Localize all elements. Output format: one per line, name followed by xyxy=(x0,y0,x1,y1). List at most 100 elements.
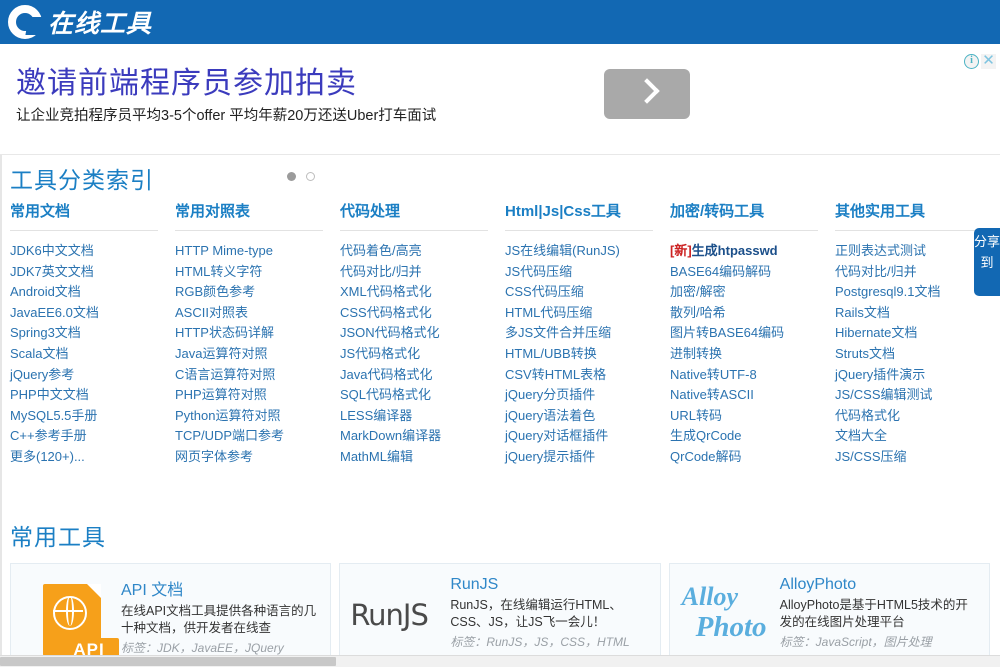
index-column-common-docs: 常用文档 JDK6中文文档 JDK7英文文档 Android文档 JavaEE6… xyxy=(10,200,175,468)
ad-banner[interactable]: 邀请前端程序员参加拍卖 让企业竞拍程序员平均3-5个offer 平均年薪20万还… xyxy=(0,44,1000,181)
list-item[interactable]: Java代码格式化 xyxy=(340,365,505,386)
list-item[interactable]: 更多(120+)... xyxy=(10,447,175,468)
list-item[interactable]: jQuery提示插件 xyxy=(505,447,670,468)
list-item[interactable]: JS/CSS压缩 xyxy=(835,447,1000,468)
list-item[interactable]: Rails文档 xyxy=(835,303,1000,324)
section-title-tools: 常用工具 xyxy=(10,524,106,550)
column-header: 常用文档 xyxy=(10,200,158,231)
list-item[interactable]: JDK6中文文档 xyxy=(10,241,175,262)
list-item[interactable]: HTML转义字符 xyxy=(175,262,340,283)
globe-icon xyxy=(53,596,87,630)
card-title[interactable]: API 文档 xyxy=(121,576,319,600)
list-item[interactable]: URL转码 xyxy=(670,406,835,427)
chevron-right-icon xyxy=(634,78,660,104)
scrollbar-thumb[interactable] xyxy=(0,657,336,666)
list-item[interactable]: 代码格式化 xyxy=(835,406,1000,427)
list-item[interactable]: 代码对比/归并 xyxy=(340,262,505,283)
card-title[interactable]: RunJS xyxy=(450,576,648,594)
list-item[interactable]: CSS代码压缩 xyxy=(505,282,670,303)
card-title[interactable]: AlloyPhoto xyxy=(780,576,978,594)
list-item[interactable]: XML代码格式化 xyxy=(340,282,505,303)
column-header: 加密/转码工具 xyxy=(670,200,818,231)
list-item[interactable]: Spring3文档 xyxy=(10,323,175,344)
list-item[interactable]: Struts文档 xyxy=(835,344,1000,365)
list-item[interactable]: 网页字体参考 xyxy=(175,447,340,468)
list-item[interactable]: Python运算符对照 xyxy=(175,406,340,427)
list-item[interactable]: PHP中文文档 xyxy=(10,385,175,406)
list-item[interactable]: 生成QrCode xyxy=(670,426,835,447)
list-item[interactable]: JS在线编辑(RunJS) xyxy=(505,241,670,262)
page-root: 在线工具 邀请前端程序员参加拍卖 让企业竞拍程序员平均3-5个offer 平均年… xyxy=(0,0,1000,667)
list-item[interactable]: ASCII对照表 xyxy=(175,303,340,324)
carousel-dot-active[interactable] xyxy=(287,172,296,181)
list-item[interactable]: JavaEE6.0文档 xyxy=(10,303,175,324)
column-list: JS在线编辑(RunJS) JS代码压缩 CSS代码压缩 HTML代码压缩 多J… xyxy=(505,231,670,468)
list-item[interactable]: HTML/UBB转换 xyxy=(505,344,670,365)
share-tab[interactable]: 分享到 xyxy=(974,228,1000,296)
tool-card-alloyphoto[interactable]: Alloy Photo AlloyPhoto AlloyPhoto是基于HTML… xyxy=(668,563,990,663)
list-item[interactable]: RGB颜色参考 xyxy=(175,282,340,303)
list-item[interactable]: C语言运算符对照 xyxy=(175,365,340,386)
ad-cta-button[interactable] xyxy=(604,69,690,119)
list-item[interactable]: MySQL5.5手册 xyxy=(10,406,175,427)
list-item[interactable]: jQuery语法着色 xyxy=(505,406,670,427)
column-list: HTTP Mime-type HTML转义字符 RGB颜色参考 ASCII对照表… xyxy=(175,231,340,468)
list-item[interactable]: 散列/哈希 xyxy=(670,303,835,324)
list-item[interactable]: 进制转换 xyxy=(670,344,835,365)
list-item[interactable]: JS/CSS编辑测试 xyxy=(835,385,1000,406)
list-item[interactable]: jQuery分页插件 xyxy=(505,385,670,406)
list-item[interactable]: 代码着色/高亮 xyxy=(340,241,505,262)
list-item[interactable]: 加密/解密 xyxy=(670,282,835,303)
list-item[interactable]: JS代码格式化 xyxy=(340,344,505,365)
card-body: RunJS RunJS，在线编辑运行HTML、CSS、JS，让JS飞一会儿！ 标… xyxy=(446,572,648,650)
column-header: 代码处理 xyxy=(340,200,488,231)
list-item[interactable]: Native转UTF-8 xyxy=(670,365,835,386)
list-item[interactable]: JSON代码格式化 xyxy=(340,323,505,344)
column-header: 其他实用工具 xyxy=(835,200,983,231)
runjs-logo-text: RunJS xyxy=(350,598,429,632)
alloy-logo-line2: Photo xyxy=(695,611,767,643)
list-item[interactable]: HTTP状态码详解 xyxy=(175,323,340,344)
list-item[interactable]: Hibernate文档 xyxy=(835,323,1000,344)
list-item[interactable]: jQuery插件演示 xyxy=(835,365,1000,386)
adchoices-info-icon[interactable]: i xyxy=(964,54,979,69)
close-icon[interactable]: ✕ xyxy=(981,53,996,69)
list-item[interactable]: C++参考手册 xyxy=(10,426,175,447)
list-item[interactable]: HTTP Mime-type xyxy=(175,241,340,262)
list-item[interactable]: MathML编辑 xyxy=(340,447,505,468)
list-item[interactable]: BASE64编码解码 xyxy=(670,262,835,283)
list-item[interactable]: JS代码压缩 xyxy=(505,262,670,283)
list-item[interactable]: CSS代码格式化 xyxy=(340,303,505,324)
runjs-logo-icon: RunJS xyxy=(350,572,446,658)
list-item[interactable]: Scala文档 xyxy=(10,344,175,365)
tool-index-grid: 常用文档 JDK6中文文档 JDK7英文文档 Android文档 JavaEE6… xyxy=(10,200,990,468)
list-item-new[interactable]: [新]生成htpasswd xyxy=(670,241,835,262)
list-item[interactable]: MarkDown编译器 xyxy=(340,426,505,447)
card-description: RunJS，在线编辑运行HTML、CSS、JS，让JS飞一会儿！ xyxy=(450,598,622,629)
list-item[interactable]: QrCode解码 xyxy=(670,447,835,468)
horizontal-scrollbar[interactable] xyxy=(0,655,1000,667)
column-header: Html|Js|Css工具 xyxy=(505,200,653,231)
list-item[interactable]: JDK7英文文档 xyxy=(10,262,175,283)
list-item[interactable]: Java运算符对照 xyxy=(175,344,340,365)
list-item[interactable]: LESS编译器 xyxy=(340,406,505,427)
carousel-dot-inactive[interactable] xyxy=(306,172,315,181)
card-description: 在线API文档工具提供各种语言的几十种文档，供开发者在线查 xyxy=(121,604,317,635)
alloy-logo-line1: Alloy xyxy=(681,582,738,611)
list-item[interactable]: PHP运算符对照 xyxy=(175,385,340,406)
list-item[interactable]: 多JS文件合并压缩 xyxy=(505,323,670,344)
list-item[interactable]: jQuery参考 xyxy=(10,365,175,386)
list-item[interactable]: SQL代码格式化 xyxy=(340,385,505,406)
list-item[interactable]: jQuery对话框插件 xyxy=(505,426,670,447)
list-item[interactable]: CSV转HTML表格 xyxy=(505,365,670,386)
list-item[interactable]: Native转ASCII xyxy=(670,385,835,406)
list-item[interactable]: Android文档 xyxy=(10,282,175,303)
site-name: 在线工具 xyxy=(48,11,153,38)
tool-card-api-doc[interactable]: API API 文档 在线API文档工具提供各种语言的几十种文档，供开发者在线查… xyxy=(10,563,332,663)
list-item[interactable]: HTML代码压缩 xyxy=(505,303,670,324)
list-item[interactable]: 文档大全 xyxy=(835,426,1000,447)
tool-card-runjs[interactable]: RunJS RunJS RunJS，在线编辑运行HTML、CSS、JS，让JS飞… xyxy=(339,563,661,663)
list-item[interactable]: TCP/UDP端口参考 xyxy=(175,426,340,447)
list-item[interactable]: 图片转BASE64编码 xyxy=(670,323,835,344)
site-logo[interactable]: 在线工具 xyxy=(8,2,152,42)
